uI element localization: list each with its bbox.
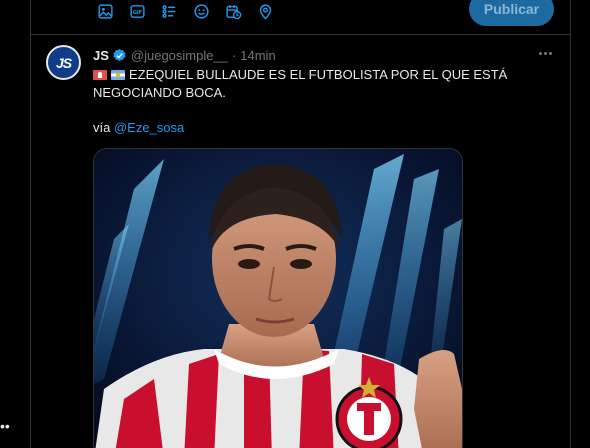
tweet-text: EZEQUIEL BULLAUDE ES EL FUTBOLISTA POR E… bbox=[93, 66, 533, 102]
tweet-media-image[interactable] bbox=[93, 148, 463, 448]
location-icon[interactable] bbox=[253, 0, 277, 22]
tweet-timestamp[interactable]: 14min bbox=[240, 48, 275, 63]
more-options-icon[interactable] bbox=[535, 45, 555, 61]
siren-emoji-icon bbox=[93, 70, 107, 80]
publish-button[interactable]: Publicar bbox=[469, 0, 554, 26]
composer: GIF Publicar bbox=[31, 0, 570, 35]
svg-text:GIF: GIF bbox=[132, 9, 141, 15]
author-name[interactable]: JS bbox=[93, 48, 109, 63]
via-mention-link[interactable]: @Eze_sosa bbox=[114, 120, 184, 135]
separator-dot: · bbox=[231, 47, 237, 63]
poll-icon[interactable] bbox=[157, 0, 181, 22]
schedule-icon[interactable] bbox=[221, 0, 245, 22]
timeline-column: GIF Publicar JS JS @juegosimple__ · 14mi… bbox=[30, 0, 571, 448]
avatar[interactable]: JS bbox=[46, 45, 81, 80]
tweet-header: JS @juegosimple__ · 14min bbox=[93, 46, 276, 64]
media-icon[interactable] bbox=[93, 0, 117, 22]
verified-badge-icon bbox=[112, 48, 127, 63]
tweet-body: EZEQUIEL BULLAUDE ES EL FUTBOLISTA POR E… bbox=[93, 67, 508, 100]
via-line: vía @Eze_sosa bbox=[93, 120, 184, 135]
composer-toolbar: GIF bbox=[93, 0, 277, 22]
argentina-flag-icon bbox=[111, 70, 125, 80]
gif-icon[interactable]: GIF bbox=[125, 0, 149, 22]
more-options-dots[interactable]: •• bbox=[0, 418, 10, 434]
author-handle[interactable]: @juegosimple__ bbox=[131, 48, 228, 63]
via-label: vía bbox=[93, 120, 111, 135]
emoji-icon[interactable] bbox=[189, 0, 213, 22]
